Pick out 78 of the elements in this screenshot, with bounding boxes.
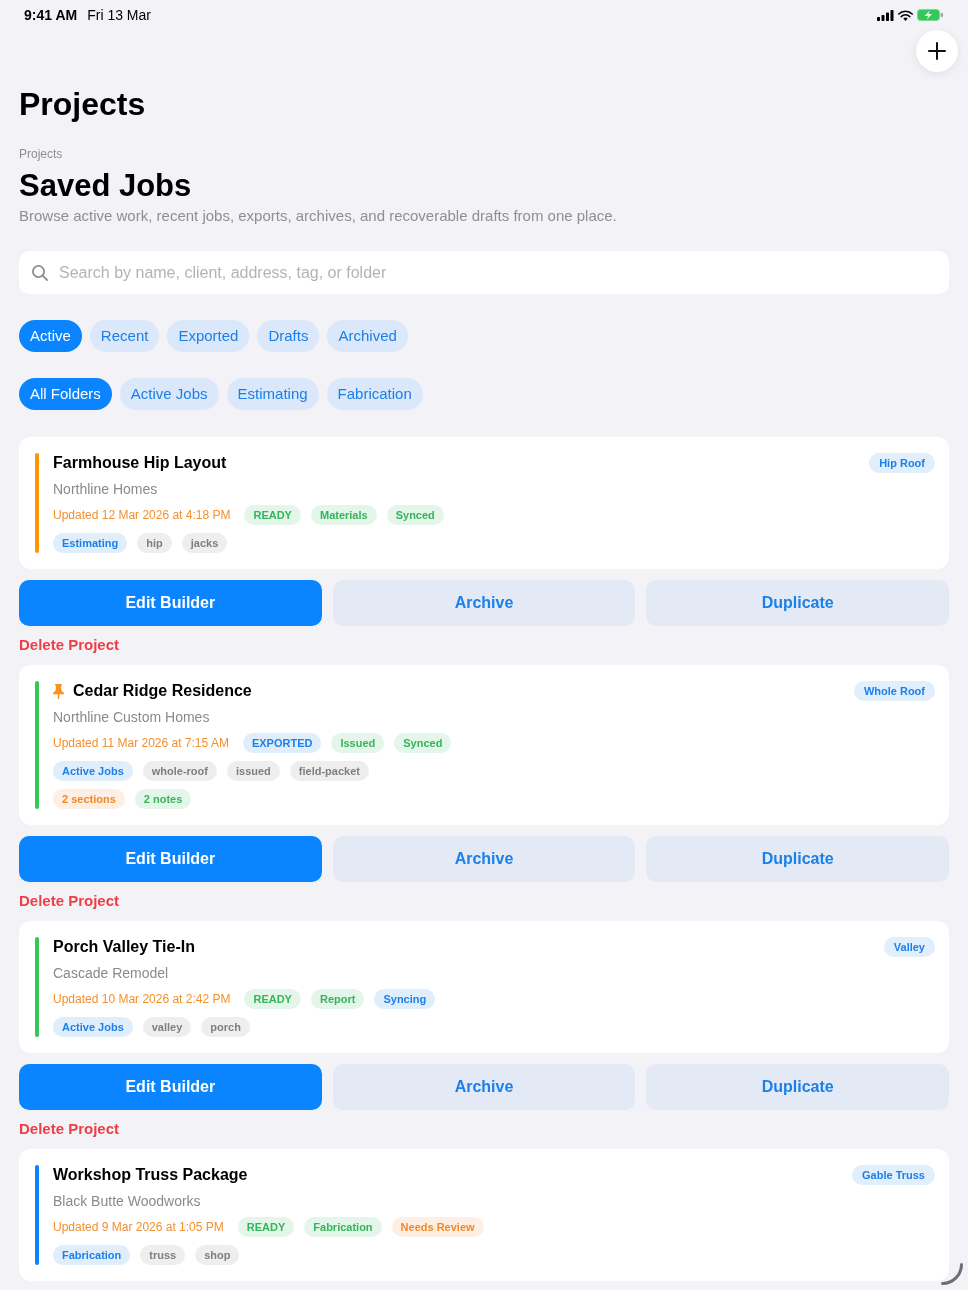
delete-project-link[interactable]: Delete Project: [19, 892, 120, 910]
tag-chip: field-packet: [289, 761, 369, 781]
folder-filter-tab[interactable]: Fabrication: [326, 378, 423, 410]
battery-charging-icon: [917, 9, 943, 21]
status-chip: Issued: [331, 733, 385, 753]
status-filter-tab[interactable]: Recent: [89, 320, 160, 352]
tag-chip: 2 notes: [134, 789, 192, 809]
signal-icon: [877, 9, 894, 21]
tag-chip: valley: [142, 1017, 192, 1037]
action-button[interactable]: Edit Builder: [19, 1064, 322, 1110]
client-name: Black Butte Woodworks: [53, 1192, 201, 1211]
tag-chip: Active Jobs: [53, 761, 133, 781]
tag-chip: porch: [201, 1017, 250, 1037]
tag-chip: jacks: [181, 533, 228, 553]
status-chip: READY: [244, 989, 301, 1009]
tag-chip: whole-roof: [142, 761, 217, 781]
action-button[interactable]: Duplicate: [646, 836, 949, 882]
delete-project-link[interactable]: Delete Project: [19, 636, 120, 654]
action-button[interactable]: Archive: [332, 580, 636, 626]
project-title: Farmhouse Hip Layout: [53, 453, 227, 473]
updated-timestamp: Updated 9 Mar 2026 at 1:05 PM: [53, 1219, 224, 1236]
tag-chip: Estimating: [53, 533, 128, 553]
action-button[interactable]: Edit Builder: [19, 580, 322, 626]
folder-filter-tab[interactable]: All Folders: [19, 378, 112, 410]
client-name: Northline Homes: [53, 480, 158, 499]
project-title: Cedar Ridge Residence: [73, 681, 252, 701]
status-chip: Report: [310, 989, 365, 1009]
folder-filter-tab[interactable]: Active Jobs: [119, 378, 219, 410]
search-icon: [32, 265, 48, 281]
add-button[interactable]: [916, 30, 958, 72]
tag-chip: issued: [226, 761, 280, 781]
status-time: 9:41 AM: [24, 6, 78, 24]
type-badge: Gable Truss: [852, 1165, 935, 1185]
type-badge: Hip Roof: [869, 453, 935, 473]
corner-arc-icon[interactable]: [941, 1263, 963, 1285]
status-date: Fri 13 Mar: [87, 6, 151, 24]
updated-timestamp: Updated 11 Mar 2026 at 7:15 AM: [53, 735, 229, 752]
status-chip: Synced: [394, 733, 452, 753]
status-chip: Syncing: [374, 989, 436, 1009]
project-title: Workshop Truss Package: [53, 1165, 248, 1185]
section-eyebrow: Projects: [19, 147, 63, 162]
action-button[interactable]: Duplicate: [646, 580, 949, 626]
page-title: Projects: [19, 85, 146, 123]
status-filter-tab[interactable]: Archived: [327, 320, 408, 352]
type-badge: Whole Roof: [853, 681, 935, 701]
updated-timestamp: Updated 12 Mar 2026 at 4:18 PM: [53, 507, 231, 524]
status-chip: Synced: [386, 505, 444, 525]
section-title: Saved Jobs: [19, 168, 192, 204]
status-chip: Fabrication: [304, 1217, 382, 1237]
status-filter-tab[interactable]: Exported: [167, 320, 250, 352]
status-chip: READY: [237, 1217, 295, 1237]
client-name: Cascade Remodel: [53, 964, 169, 983]
status-chip: Needs Review: [391, 1217, 484, 1237]
search-field[interactable]: Search by name, client, address, tag, or folder: [19, 251, 949, 294]
tag-chip: Fabrication: [53, 1245, 131, 1265]
folder-filter-tab[interactable]: Estimating: [226, 378, 319, 410]
status-chip: Materials: [310, 505, 377, 525]
action-button[interactable]: Edit Builder: [19, 836, 322, 882]
wifi-icon: [898, 9, 913, 21]
status-chip: EXPORTED: [242, 733, 322, 753]
tag-chip: shop: [195, 1245, 240, 1265]
action-button[interactable]: Duplicate: [646, 1064, 949, 1110]
tag-chip: hip: [137, 533, 172, 553]
action-button[interactable]: Archive: [332, 1064, 636, 1110]
updated-timestamp: Updated 10 Mar 2026 at 2:42 PM: [53, 991, 231, 1008]
tag-chip: truss: [140, 1245, 186, 1265]
status-filter-tab[interactable]: Active: [19, 320, 82, 352]
status-filter-tab[interactable]: Drafts: [257, 320, 320, 352]
client-name: Northline Custom Homes: [53, 708, 210, 727]
delete-project-link[interactable]: Delete Project: [19, 1120, 120, 1138]
type-badge: Valley: [883, 937, 935, 957]
status-chip: READY: [244, 505, 301, 525]
project-title: Porch Valley Tie-In: [53, 937, 195, 957]
tag-chip: Active Jobs: [53, 1017, 133, 1037]
action-button[interactable]: Archive: [332, 836, 636, 882]
tag-chip: 2 sections: [53, 789, 125, 809]
section-description: Browse active work, recent jobs, exports, archives, and recoverable drafts from one place.: [19, 207, 617, 225]
plus-icon: [928, 42, 946, 60]
